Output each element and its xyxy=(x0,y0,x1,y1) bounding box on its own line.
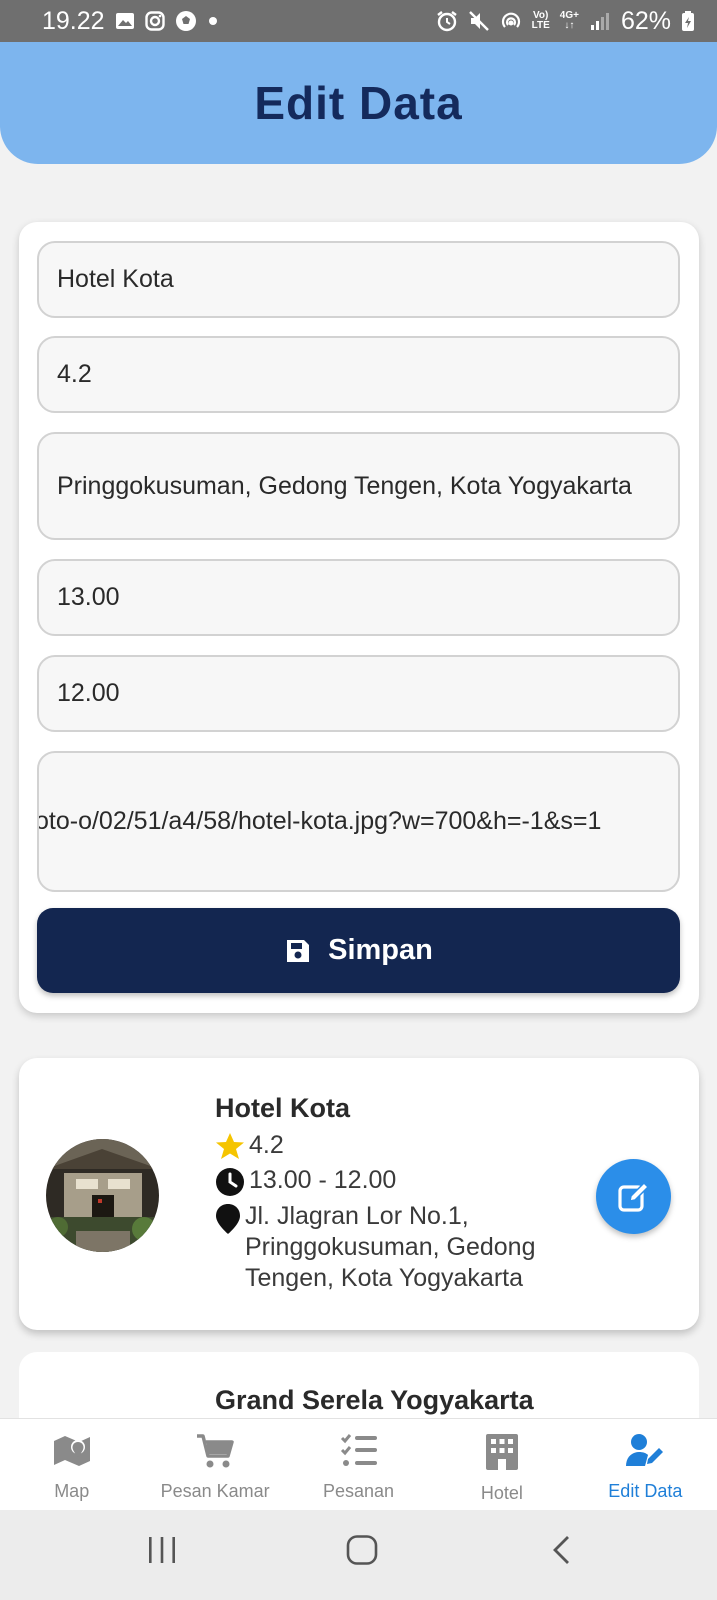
nav-item-pesanan[interactable]: Pesanan xyxy=(287,1419,430,1510)
nav-label-edit-data: Edit Data xyxy=(608,1481,683,1501)
battery-icon xyxy=(682,11,694,31)
nav-label-pesan-kamar: Pesan Kamar xyxy=(160,1481,270,1501)
hotel-name: Hotel Kota xyxy=(215,1093,350,1123)
app-header: Edit Data xyxy=(0,42,717,164)
rating-value: 4.2 xyxy=(57,360,92,388)
page-title: Edit Data xyxy=(254,77,463,129)
battery-percent: 62% xyxy=(620,6,671,35)
hotel-name-value: Hotel Kota xyxy=(57,265,174,293)
edit-hotel-button[interactable] xyxy=(596,1159,671,1234)
checkin-field[interactable]: 13.00 xyxy=(37,559,680,636)
rating-row: 4.2 xyxy=(215,1130,545,1161)
nav-item-edit-data[interactable]: Edit Data xyxy=(574,1419,717,1510)
hotel-card[interactable]: Hotel Kota 4.2 13.00 - 12.00 Jl. Jlagran… xyxy=(19,1058,699,1330)
edit-form-card: Hotel Kota 4.2 Pringgokusuman, Gedong Te… xyxy=(19,222,699,1013)
recent-apps-button[interactable] xyxy=(146,1535,178,1565)
checkout-value: 12.00 xyxy=(57,679,120,707)
hotel-name-field[interactable]: Hotel Kota xyxy=(37,241,680,318)
map-icon xyxy=(53,1436,90,1466)
address-field[interactable]: Pringgokusuman, Gedong Tengen, Kota Yogy… xyxy=(37,432,680,540)
save-button-label: Simpan xyxy=(328,934,433,966)
save-button[interactable]: Simpan xyxy=(37,908,680,993)
home-button[interactable] xyxy=(346,1535,378,1565)
address-row: Jl. Jlagran Lor No.1, Pringgokusuman, Ge… xyxy=(215,1201,545,1294)
rating-field[interactable]: 4.2 xyxy=(37,336,680,413)
clock-icon xyxy=(216,1168,244,1196)
bottom-nav: Map Pesan Kamar Pesanan Hotel Edit Data xyxy=(0,1418,717,1510)
star-icon xyxy=(216,1133,244,1159)
hotel-name: Grand Serela Yogyakarta xyxy=(215,1385,534,1415)
volte-indicator: Vo) LTE xyxy=(531,10,550,31)
network-type-indicator: 4G+ ↓↑ xyxy=(559,10,579,31)
checkin-value: 13.00 xyxy=(57,583,120,611)
soccer-ball-icon xyxy=(175,11,196,31)
hotel-hours: 13.00 - 12.00 xyxy=(249,1166,397,1194)
status-time: 19.22 xyxy=(42,6,105,35)
hotel-rating: 4.2 xyxy=(249,1131,284,1159)
dot-icon xyxy=(208,17,217,25)
nav-item-pesan-kamar[interactable]: Pesan Kamar xyxy=(143,1419,286,1510)
alarm-icon xyxy=(436,11,457,32)
map-pin-icon xyxy=(216,1204,240,1234)
status-left: 19.22 xyxy=(42,7,219,36)
gallery-icon xyxy=(115,13,134,29)
checklist-icon xyxy=(340,1434,377,1466)
nav-label-map: Map xyxy=(54,1481,90,1501)
hotel-address: Jl. Jlagran Lor No.1, Pringgokusuman, Ge… xyxy=(245,1202,536,1292)
save-icon xyxy=(287,939,310,962)
nav-label-hotel: Hotel xyxy=(480,1483,523,1503)
back-button[interactable] xyxy=(550,1535,574,1565)
image-url-value: oto-o/02/51/a4/58/hotel-kota.jpg?w=700&h… xyxy=(37,807,602,835)
status-bar: 19.22 Vo) LTE 4G+ ↓↑ 62% xyxy=(0,0,717,42)
hotel-info: Hotel Kota 4.2 13.00 - 12.00 Jl. Jlagran… xyxy=(215,1090,545,1294)
instagram-icon xyxy=(144,11,165,31)
hotspot-icon xyxy=(501,12,520,28)
user-edit-icon xyxy=(626,1434,664,1466)
checkout-field[interactable]: 12.00 xyxy=(37,655,680,732)
data-arrows-icon: ↓↑ xyxy=(564,20,575,31)
system-nav-bar xyxy=(0,1510,717,1600)
building-icon xyxy=(485,1434,518,1470)
mute-icon xyxy=(468,11,489,31)
status-right: Vo) LTE 4G+ ↓↑ 62% xyxy=(436,7,695,36)
address-value: Pringgokusuman, Gedong Tengen, Kota Yogy… xyxy=(57,471,632,500)
nav-item-map[interactable]: Map xyxy=(0,1419,143,1510)
cart-icon xyxy=(197,1434,234,1468)
edit-icon xyxy=(617,1181,649,1212)
hours-row: 13.00 - 12.00 xyxy=(215,1165,545,1197)
signal-icon xyxy=(590,13,609,30)
hotel-photo xyxy=(46,1139,159,1252)
nav-item-hotel[interactable]: Hotel xyxy=(430,1419,573,1510)
image-url-field[interactable]: oto-o/02/51/a4/58/hotel-kota.jpg?w=700&h… xyxy=(37,751,680,892)
nav-label-pesanan: Pesanan xyxy=(322,1481,395,1501)
